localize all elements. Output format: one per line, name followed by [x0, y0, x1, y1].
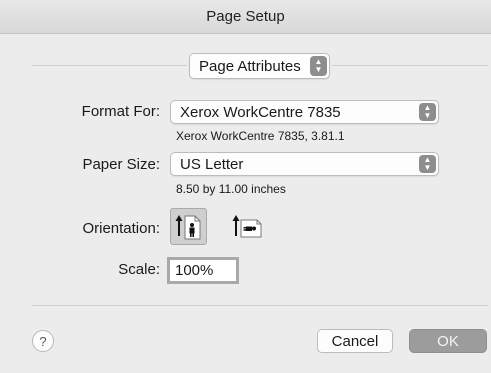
format-for-popup[interactable]: Xerox WorkCentre 7835 ▲ ▼: [170, 100, 439, 124]
top-divider: [32, 65, 187, 66]
format-for-label: Format For:: [81, 103, 160, 120]
help-button[interactable]: ?: [32, 330, 54, 352]
format-for-detail: Xerox WorkCentre 7835, 3.81.1: [176, 129, 345, 143]
top-divider-right: [332, 65, 488, 66]
window-title: Page Setup: [0, 0, 491, 34]
portrait-orientation-button[interactable]: [170, 208, 207, 245]
popup-chevron-icon: ▲ ▼: [310, 56, 327, 76]
landscape-orientation-icon: [232, 214, 261, 237]
paper-size-popup[interactable]: US Letter ▲ ▼: [170, 152, 439, 176]
paper-size-detail: 8.50 by 11.00 inches: [176, 182, 286, 196]
ok-button[interactable]: OK: [409, 329, 487, 353]
format-for-value: Xerox WorkCentre 7835: [180, 103, 341, 121]
bottom-divider: [32, 305, 488, 306]
landscape-orientation-button[interactable]: [228, 208, 265, 245]
paper-size-value: US Letter: [180, 155, 244, 173]
portrait-orientation-icon: [175, 214, 200, 239]
popup-chevron-icon: ▲ ▼: [419, 155, 436, 173]
scale-label: Scale:: [118, 261, 160, 278]
popup-chevron-icon: ▲ ▼: [419, 103, 436, 121]
paper-size-label: Paper Size:: [82, 156, 160, 173]
settings-popup[interactable]: Page Attributes ▲ ▼: [189, 53, 330, 79]
page-setup-dialog: Page Setup Page Attributes ▲ ▼ Format For…: [0, 0, 491, 373]
scale-input[interactable]: 100%: [167, 257, 239, 284]
orientation-label: Orientation:: [82, 220, 160, 237]
cancel-button[interactable]: Cancel: [317, 329, 393, 353]
settings-popup-label: Page Attributes: [199, 57, 301, 75]
